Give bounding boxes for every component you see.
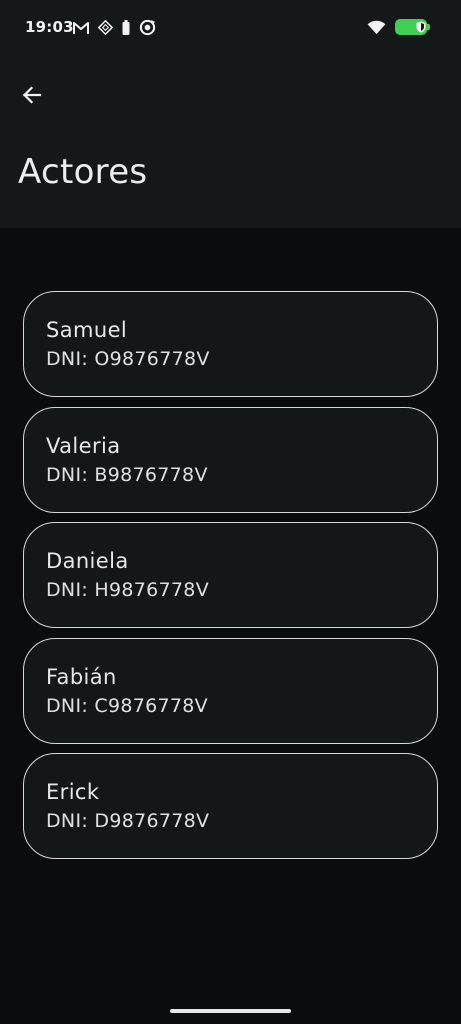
app-bar: 19:03 Actores	[0, 0, 461, 228]
actor-card[interactable]: Erick DNI: D9876778V	[23, 753, 438, 859]
shield-icon	[416, 21, 426, 33]
status-icons-right	[367, 18, 431, 36]
actor-name: Erick	[46, 780, 100, 804]
actor-card[interactable]: Valeria DNI: B9876778V	[23, 406, 438, 513]
actor-dni: DNI: H9876778V	[46, 579, 209, 601]
status-icons-left	[73, 19, 156, 36]
actor-name: Samuel	[46, 318, 128, 342]
page-title: Actores	[18, 152, 148, 192]
battery-saver-icon	[122, 20, 130, 35]
actor-dni: DNI: C9876778V	[46, 694, 208, 717]
actor-card[interactable]: Fabián DNI: C9876778V	[23, 637, 438, 744]
actor-dni: DNI: O9876778V	[46, 348, 210, 370]
home-indicator[interactable]	[170, 1009, 291, 1013]
sync-icon	[139, 19, 156, 36]
status-bar: 19:03	[0, 0, 461, 58]
actor-list: Samuel DNI: O9876778V Valeria DNI: B9876…	[23, 291, 438, 869]
battery-nub	[427, 24, 430, 30]
gmail-icon	[73, 21, 89, 34]
actor-dni: DNI: B9876778V	[46, 463, 208, 486]
actor-card[interactable]: Daniela DNI: H9876778V	[23, 522, 438, 628]
actor-name: Valeria	[46, 433, 121, 458]
status-time: 19:03	[25, 18, 74, 36]
wifi-icon	[367, 20, 386, 34]
battery-icon	[395, 18, 431, 36]
actor-card[interactable]: Samuel DNI: O9876778V	[23, 291, 438, 397]
actor-name: Fabián	[46, 664, 117, 689]
back-button[interactable]	[16, 79, 48, 111]
arrow-left-icon	[22, 86, 42, 104]
actor-name: Daniela	[46, 549, 129, 573]
actor-dni: DNI: D9876778V	[46, 810, 210, 832]
app-notification-icon	[98, 20, 113, 35]
